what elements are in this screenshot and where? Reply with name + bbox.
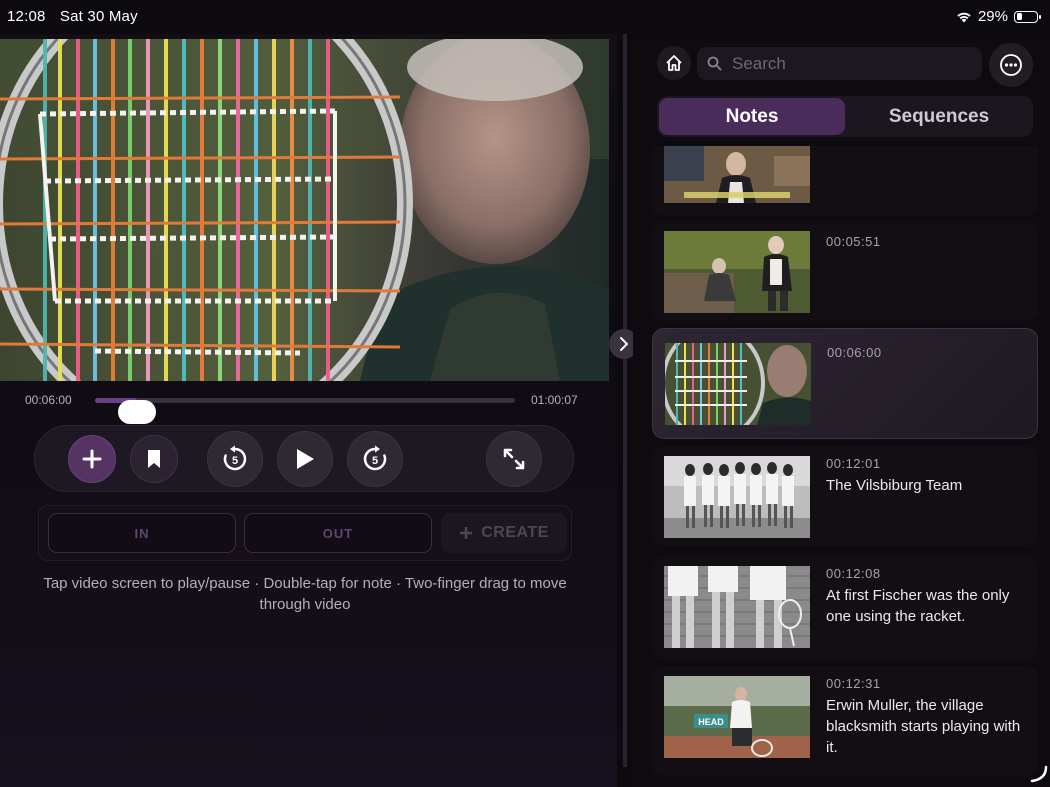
create-label: CREATE — [481, 524, 549, 541]
pane-divider[interactable] — [617, 34, 633, 767]
player-pane: 00:06:00 01:00:07 5 5 IN OUT CREATE Tap … — [0, 34, 617, 787]
add-note-button[interactable] — [68, 435, 116, 483]
clock: 12:08 — [7, 8, 46, 25]
plus-icon — [82, 449, 102, 469]
note-timestamp: 00:12:08 — [826, 566, 881, 581]
note-timestamp: 00:12:01 — [826, 456, 881, 471]
mark-controls: IN OUT CREATE — [38, 505, 572, 561]
note-thumbnail — [664, 231, 810, 313]
note-timestamp: 00:05:51 — [826, 234, 881, 249]
progress-track[interactable] — [95, 398, 515, 424]
note-timestamp: 00:06:00 — [827, 345, 882, 360]
home-button[interactable] — [657, 46, 691, 80]
note-text: At first Fischer was the only one using … — [826, 587, 1010, 625]
note-item[interactable]: 00:05:51 — [652, 221, 1038, 321]
resize-corner-icon[interactable] — [1030, 765, 1048, 783]
note-thumbnail — [664, 146, 810, 203]
home-icon — [666, 55, 682, 71]
search-icon — [707, 56, 722, 71]
search-input[interactable] — [730, 52, 974, 75]
more-options-button[interactable] — [989, 43, 1033, 87]
note-text: Erwin Muller, the village blacksmith sta… — [826, 697, 1021, 756]
note-item[interactable]: HEAD 00:12:31 Erwin Muller, the village … — [652, 666, 1038, 776]
forward-5-icon: 5 — [363, 445, 387, 471]
plus-icon — [460, 527, 473, 539]
playback-controls: 5 5 — [34, 425, 574, 492]
expand-icon — [503, 448, 525, 470]
svg-text:HEAD: HEAD — [698, 717, 724, 727]
scrub-handle[interactable] — [118, 400, 156, 424]
mark-out-button[interactable]: OUT — [244, 513, 432, 553]
note-thumbnail — [664, 456, 810, 538]
ellipsis-circle-icon — [1000, 54, 1022, 76]
note-text: The Vilsbiburg Team — [826, 477, 963, 494]
gesture-hint: Tap video screen to play/pause · Double-… — [43, 575, 567, 613]
note-item[interactable] — [652, 146, 1038, 216]
search-bar[interactable] — [697, 47, 982, 80]
play-button[interactable] — [277, 431, 333, 487]
notes-sidebar: Notes Sequences — [633, 34, 1050, 787]
mark-in-button[interactable]: IN — [48, 513, 236, 553]
note-item[interactable]: 00:12:08 At first Fischer was the only o… — [652, 556, 1038, 660]
battery-icon — [1014, 10, 1041, 23]
status-bar: 12:08 Sat 30 May 29% — [0, 0, 1050, 34]
status-left: 12:08 Sat 30 May — [7, 8, 138, 25]
battery-percent: 29% — [977, 8, 1008, 25]
note-item-selected[interactable]: 00:06:00 — [652, 328, 1038, 439]
note-item[interactable]: 00:12:01 The Vilsbiburg Team — [652, 446, 1038, 546]
play-icon — [297, 449, 314, 469]
create-sequence-button[interactable]: CREATE — [441, 513, 567, 553]
status-right: 29% — [956, 8, 1041, 25]
chevron-right-icon — [620, 337, 629, 351]
wifi-icon — [957, 12, 971, 22]
view-switcher: Notes Sequences — [657, 96, 1033, 137]
video-frame — [0, 39, 609, 381]
scrubber: 00:06:00 01:00:07 — [0, 386, 609, 424]
note-thumbnail: HEAD — [664, 676, 810, 758]
note-thumbnail — [664, 566, 810, 648]
note-thumbnail — [665, 343, 811, 425]
rewind-5-button[interactable]: 5 — [207, 431, 263, 487]
rewind-5-icon: 5 — [223, 445, 247, 471]
tab-notes[interactable]: Notes — [659, 98, 845, 135]
forward-5-button[interactable]: 5 — [347, 431, 403, 487]
fullscreen-button[interactable] — [486, 431, 542, 487]
svg-text:5: 5 — [232, 455, 238, 467]
note-timestamp: 00:12:31 — [826, 676, 881, 691]
bookmark-icon — [148, 450, 160, 468]
video-player[interactable] — [0, 39, 609, 381]
duration: 01:00:07 — [531, 393, 578, 407]
tab-sequences[interactable]: Sequences — [847, 98, 1031, 135]
notes-list: 00:05:51 00:06:00 00:12:01 The Vilsbibur… — [633, 146, 1050, 787]
svg-text:5: 5 — [372, 455, 378, 467]
current-time: 00:06:00 — [25, 393, 72, 407]
date: Sat 30 May — [59, 8, 138, 25]
bookmark-button[interactable] — [130, 435, 178, 483]
